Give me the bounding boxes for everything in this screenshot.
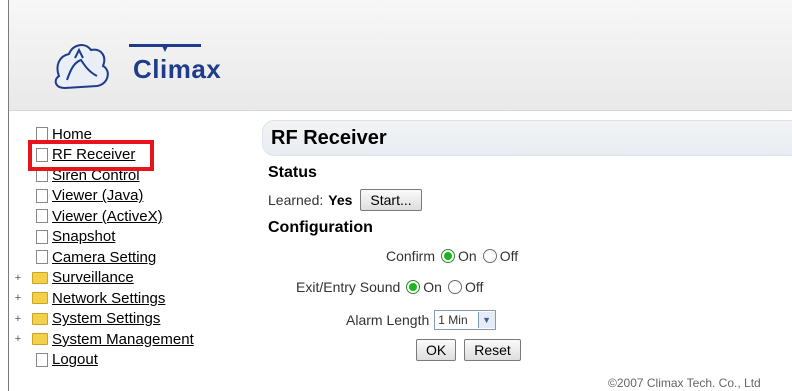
exit-entry-sound-on-radio[interactable] — [406, 280, 421, 294]
expand-icon[interactable]: + — [12, 313, 24, 325]
ok-button[interactable]: OK — [416, 339, 457, 361]
sidebar-item-label[interactable]: System Settings — [52, 310, 160, 327]
alarm-length-row: Alarm Length 1 Min ▼ — [346, 310, 496, 330]
sidebar-item-label[interactable]: Network Settings — [52, 290, 165, 307]
status-heading: Status — [268, 164, 317, 181]
document-icon — [36, 352, 48, 367]
chevron-down-icon[interactable]: ▼ — [477, 312, 495, 328]
sidebar-item-system-management[interactable]: + System Management — [10, 329, 250, 350]
sidebar-item-system-settings[interactable]: + System Settings — [10, 309, 250, 330]
document-icon — [36, 209, 48, 224]
sidebar-item-label[interactable]: Camera Setting — [52, 249, 156, 266]
header-banner: Climax — [9, 0, 792, 111]
alarm-length-select[interactable]: 1 Min ▼ — [434, 310, 496, 330]
sidebar-item-label[interactable]: Viewer (Java) — [52, 187, 143, 204]
highlight-box — [28, 140, 154, 171]
reset-button[interactable]: Reset — [464, 339, 521, 361]
configuration-heading: Configuration — [268, 219, 373, 236]
page-title: RF Receiver — [271, 126, 387, 149]
exit-entry-sound-row: Exit/Entry Sound On Off — [296, 279, 483, 295]
exit-entry-sound-label: Exit/Entry Sound — [296, 279, 401, 295]
main-panel: RF Receiver — [262, 120, 792, 156]
sidebar-item-camera-setting[interactable]: Camera Setting — [10, 247, 250, 268]
sidebar-item-label[interactable]: Logout — [52, 351, 98, 368]
confirm-off-radio[interactable] — [482, 249, 497, 263]
sidebar-item-viewer-java[interactable]: Viewer (Java) — [10, 186, 250, 207]
confirm-label: Confirm — [386, 248, 436, 264]
folder-icon — [32, 292, 48, 305]
confirm-row: Confirm On Off — [386, 248, 518, 264]
document-icon — [36, 188, 48, 203]
document-icon — [36, 250, 48, 265]
exit-entry-sound-off-label[interactable]: Off — [465, 279, 483, 295]
alarm-length-label: Alarm Length — [346, 312, 430, 328]
confirm-on-radio[interactable] — [441, 249, 456, 263]
sidebar-item-network-settings[interactable]: + Network Settings — [10, 288, 250, 309]
confirm-off-label[interactable]: Off — [500, 248, 518, 264]
sidebar-item-surveillance[interactable]: + Surveillance — [10, 268, 250, 289]
learned-row: Learned: Yes Start... — [268, 189, 422, 211]
exit-entry-sound-on-label[interactable]: On — [423, 279, 442, 295]
title-bar: RF Receiver — [262, 120, 792, 156]
sidebar-item-viewer-activex[interactable]: Viewer (ActiveX) — [10, 206, 250, 227]
sidebar-item-label[interactable]: Viewer (ActiveX) — [52, 208, 163, 225]
sidebar-item-label[interactable]: System Management — [52, 331, 194, 348]
sidebar-item-logout[interactable]: Logout — [10, 350, 250, 371]
start-button[interactable]: Start... — [360, 189, 422, 211]
learned-label: Learned: — [268, 192, 324, 208]
sidebar-item-label[interactable]: Surveillance — [52, 269, 134, 286]
brand-name: Climax — [133, 54, 222, 84]
exit-entry-sound-off-radio[interactable] — [447, 280, 462, 294]
alarm-length-value: 1 Min — [438, 313, 468, 327]
form-actions: OK Reset — [416, 339, 521, 361]
folder-icon — [32, 271, 48, 284]
document-icon — [36, 229, 48, 244]
folder-icon — [32, 333, 48, 346]
learned-value: Yes — [328, 192, 353, 208]
expand-icon[interactable]: + — [12, 333, 24, 345]
sidebar-item-snapshot[interactable]: Snapshot — [10, 227, 250, 248]
confirm-on-label[interactable]: On — [458, 248, 477, 264]
copyright-text: ©2007 Climax Tech. Co., Ltd — [608, 376, 761, 390]
folder-icon — [32, 312, 48, 325]
expand-icon[interactable]: + — [12, 272, 24, 284]
sidebar-item-label[interactable]: Snapshot — [52, 228, 115, 245]
expand-icon[interactable]: + — [12, 292, 24, 304]
